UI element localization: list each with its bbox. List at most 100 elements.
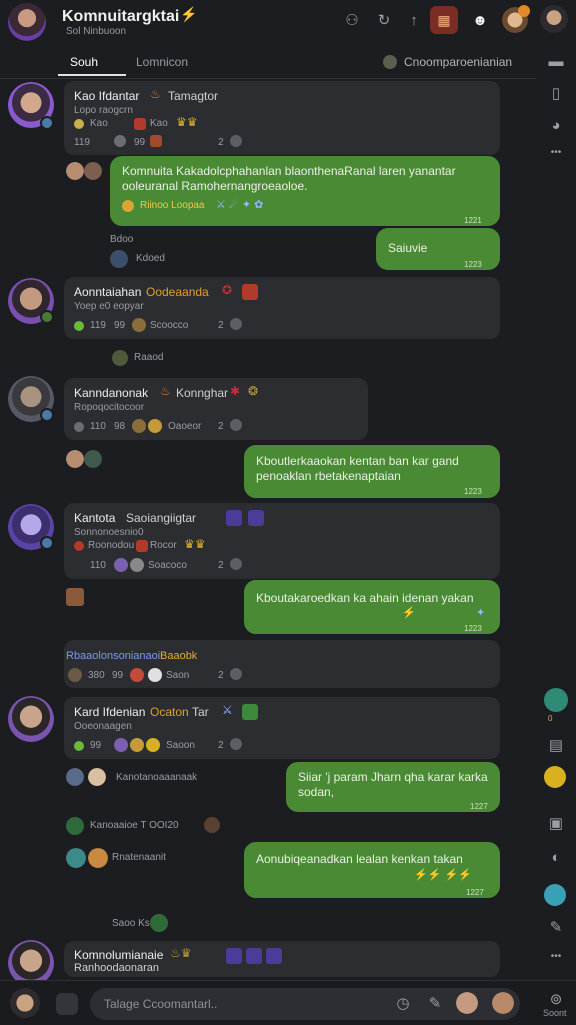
coin-icon — [122, 200, 134, 212]
reaction-icon[interactable] — [132, 419, 146, 433]
post-author[interactable]: Komnolumianaie — [74, 948, 163, 962]
tab-companion[interactable]: Cnoomparoenianian — [404, 55, 512, 69]
message-bubble[interactable]: Kboutlerkaaokan kentan ban kar gand peno… — [244, 445, 500, 498]
share-icon[interactable] — [230, 419, 242, 431]
emoji-row: ⚡⚡ ⚡⚡ — [414, 869, 472, 881]
share-icon[interactable] — [230, 558, 242, 570]
reaction-icon-2[interactable] — [130, 558, 144, 572]
header-avatar[interactable] — [8, 3, 46, 41]
refresh-icon[interactable]: ↻ — [372, 8, 396, 32]
reaction-icon[interactable] — [132, 318, 146, 332]
reply-avatar[interactable] — [112, 350, 128, 366]
composer-avatar[interactable] — [10, 988, 40, 1018]
post-avatar[interactable] — [8, 696, 54, 742]
message-bubble[interactable]: Komnuita Kakadolcphahanlan blaonthenaRan… — [110, 156, 500, 226]
composer-user-avatar[interactable] — [456, 992, 478, 1014]
composer-placeholder: Talage Ccoomantarl.. — [104, 997, 218, 1011]
post-author[interactable]: Aonntaiahan — [74, 285, 141, 299]
image-icon[interactable]: ▣ — [544, 812, 568, 834]
status-dot — [74, 119, 84, 129]
side-gold-icon[interactable] — [544, 766, 566, 788]
theme-icon[interactable]: ◐ — [544, 846, 568, 868]
post-card[interactable]: Aonntaiahan Oodeaanda ✪ Yoep e0 eopyar 1… — [64, 277, 500, 339]
reply-avatar-2[interactable] — [84, 450, 102, 468]
profile-avatar[interactable] — [540, 5, 568, 33]
message-bubble[interactable]: Kboutakaroedkan ka ahain idenan yakan ⚡ … — [244, 580, 500, 634]
game-icon[interactable]: ☻ — [468, 8, 492, 32]
reply-reaction-icon[interactable] — [150, 914, 168, 932]
reaction-icon[interactable] — [114, 135, 126, 147]
reply-avatar[interactable] — [66, 848, 86, 868]
side-online-icon[interactable] — [544, 688, 568, 712]
post-card[interactable]: Kantota Saoiangiigtar Sonnonoesnio0 Roon… — [64, 503, 500, 579]
reply-avatar-2[interactable] — [88, 848, 108, 868]
post-tag-2: Tar — [192, 705, 209, 719]
reply-avatar[interactable] — [110, 250, 128, 268]
message-bubble[interactable]: Aonubiqeanadkan lealan kenkan takan ⚡⚡ ⚡… — [244, 842, 500, 898]
reply-avatar[interactable] — [66, 162, 84, 180]
share-icon[interactable] — [230, 135, 242, 147]
post-author[interactable]: Kanndanonak — [74, 386, 148, 400]
reaction-icon-2[interactable] — [130, 738, 144, 752]
bookmark-icon[interactable]: ▯ — [544, 82, 568, 104]
more-icon[interactable]: ••• — [544, 946, 568, 966]
share-icon[interactable] — [230, 668, 242, 680]
users-icon[interactable]: ⚇ — [340, 8, 364, 32]
status-dot — [74, 741, 84, 751]
message-text: Saiuvie — [388, 241, 428, 255]
emoji-icon[interactable]: ✎ — [424, 992, 446, 1014]
clock-icon[interactable]: ◷ — [392, 992, 414, 1014]
message-links[interactable]: Riinoo Loopaa — [140, 200, 205, 211]
post-stat-label: Soacoco — [148, 560, 187, 571]
table-icon[interactable]: ▤ — [544, 734, 568, 756]
reply-avatar-2[interactable] — [88, 768, 106, 786]
reaction-icon[interactable] — [114, 738, 128, 752]
badge-icon: ✪ — [222, 283, 233, 297]
post-author[interactable]: Kard Ifdenian — [74, 705, 145, 719]
post-author[interactable]: Kao Ifdantar — [74, 89, 139, 103]
chat-icon[interactable]: ▬ — [544, 50, 568, 72]
red-badge-icon — [134, 118, 146, 130]
pen-icon[interactable]: ✎ — [544, 916, 568, 938]
reply-avatar[interactable] — [66, 450, 84, 468]
more-icon[interactable]: ••• — [544, 142, 568, 162]
reply-reaction-icon[interactable] — [204, 817, 220, 833]
post-card[interactable]: Kao Ifdantar ♨ Tamagtor Lopo raogcrn Kao… — [64, 81, 500, 155]
message-bubble[interactable]: Saiuvie 1223 — [376, 228, 500, 270]
post-card[interactable]: Kanndanonak ♨ Konnghar ✱ ❂ Ropoqocitocoo… — [64, 378, 368, 440]
reaction-icon-2[interactable] — [148, 419, 162, 433]
reply-avatar[interactable] — [66, 768, 84, 786]
reply-avatar-2[interactable] — [84, 162, 102, 180]
attach-icon[interactable] — [56, 993, 78, 1015]
grid-icon[interactable]: ▦ — [430, 6, 458, 34]
post-card[interactable]: Komnolumianaie Ranhoodaonaran ♨♛ — [64, 941, 500, 977]
tab-right-icon — [383, 55, 397, 69]
post-author[interactable]: Kantota — [74, 511, 115, 525]
reaction-icon[interactable] — [114, 558, 128, 572]
tab-community[interactable]: Lomnicon — [136, 55, 188, 69]
composer-user-avatar-2[interactable] — [492, 992, 514, 1014]
post-card[interactable]: Kard Ifdenian Ocaton Tar ⚔ Ooeonaagen 99… — [64, 697, 500, 759]
reaction-icon-3[interactable] — [146, 738, 160, 752]
post-tag: Tamagtor — [168, 89, 219, 103]
tab-search[interactable]: Souh — [70, 55, 98, 69]
pin-icon[interactable]: ↑ — [402, 8, 426, 32]
send-icon[interactable]: ⊚ — [544, 990, 568, 1008]
message-bubble[interactable]: Siiar 'j param Jharn qha karar karka sod… — [286, 762, 500, 812]
post-tag: Oodeaanda — [146, 285, 209, 299]
post-num: 99 — [114, 320, 126, 331]
post-count: 110 — [90, 560, 106, 571]
share-icon[interactable] — [230, 318, 242, 330]
send-label: Soont — [543, 1008, 567, 1018]
side-blue-icon[interactable] — [544, 884, 566, 906]
post-stat-label: Oaoeor — [168, 421, 202, 432]
reply-avatar[interactable] — [66, 817, 84, 835]
reaction-icon-2[interactable] — [148, 668, 162, 682]
reaction-red-icon[interactable] — [150, 135, 162, 147]
reply-label: Raaod — [134, 352, 164, 363]
attachment-icon[interactable] — [66, 588, 84, 606]
palette-icon[interactable]: ◕ — [544, 114, 568, 136]
system-banner[interactable]: Rbaaolonsonianaoi Baaobk 380 99 Saon 2 — [64, 640, 500, 688]
share-icon[interactable] — [230, 738, 242, 750]
reaction-icon[interactable] — [130, 668, 144, 682]
